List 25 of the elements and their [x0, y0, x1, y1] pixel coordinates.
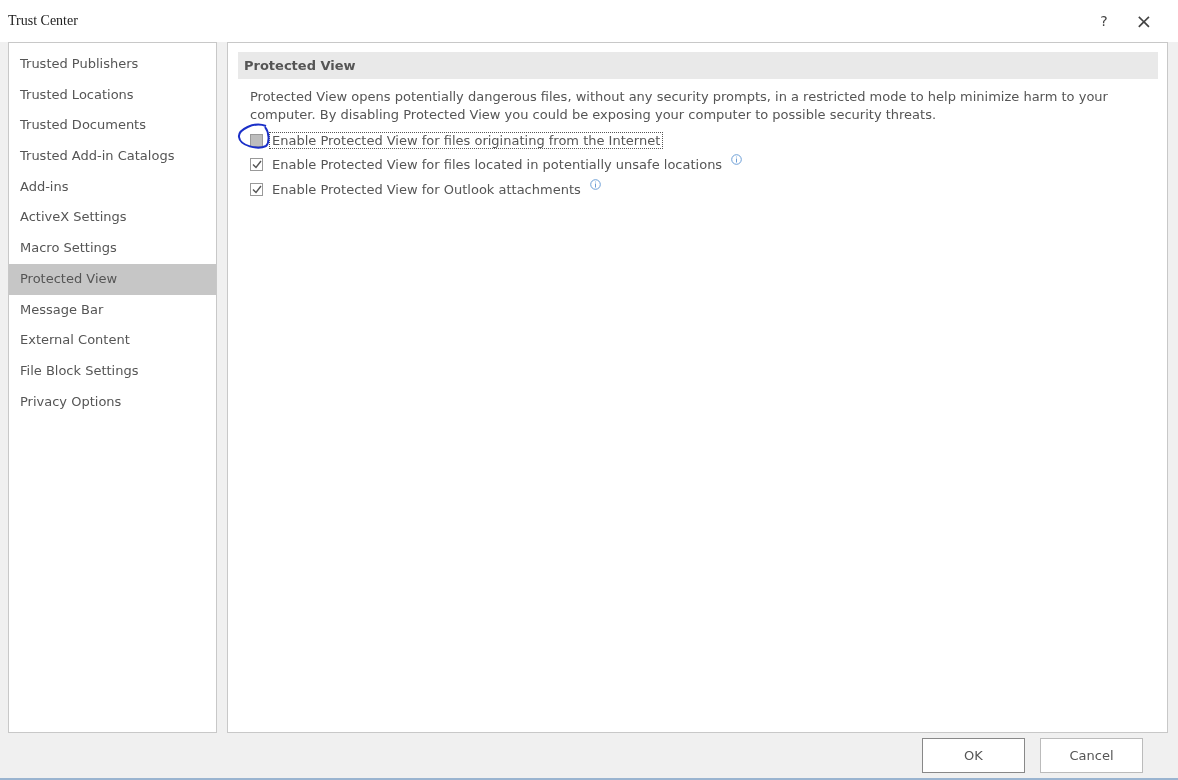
- close-button[interactable]: ×: [1124, 6, 1164, 36]
- dialog-button[interactable]: Cancel: [1040, 738, 1143, 773]
- checkbox[interactable]: [250, 182, 263, 196]
- sidebar-item[interactable]: ActiveX Settings: [9, 202, 216, 234]
- checkbox[interactable]: [250, 133, 263, 147]
- sidebar-item[interactable]: Trusted Locations: [9, 79, 216, 111]
- section-header: Protected View: [238, 52, 1158, 79]
- checkbox-label[interactable]: Enable Protected View for files located in potentially unsafe locations: [269, 156, 726, 174]
- checkbox-label[interactable]: Enable Protected View for files originating from the Internet: [269, 131, 664, 149]
- sidebar-item[interactable]: Trusted Documents: [9, 110, 216, 142]
- sidebar-item[interactable]: Message Bar: [9, 294, 216, 326]
- checkbox-label[interactable]: Enable Protected View for Outlook attachments: [269, 180, 584, 198]
- sidebar-item[interactable]: External Content: [9, 325, 216, 356]
- sidebar-item[interactable]: Trusted Publishers: [9, 49, 216, 80]
- sidebar-item[interactable]: Macro Settings: [9, 233, 216, 264]
- dialog-button[interactable]: OK: [922, 738, 1025, 773]
- sidebar-item[interactable]: Protected View: [9, 263, 216, 295]
- sidebar-item[interactable]: File Block Settings: [9, 355, 216, 387]
- window-title: Trust Center: [8, 13, 79, 29]
- sidebar-item[interactable]: Privacy Options: [9, 386, 216, 418]
- sidebar-item[interactable]: Trusted Add-in Catalogs: [9, 141, 216, 172]
- checkbox[interactable]: [250, 158, 263, 172]
- sidebar-item[interactable]: Add-ins: [9, 171, 216, 203]
- section-description: Protected View opens potentially dangerous files, without any security prompts, in a restricted mode to help minimize harm to your computer. By disabling Protected View you could be exposing your computer to possible security threats.: [250, 88, 1109, 124]
- help-button[interactable]: ?: [1084, 6, 1124, 36]
